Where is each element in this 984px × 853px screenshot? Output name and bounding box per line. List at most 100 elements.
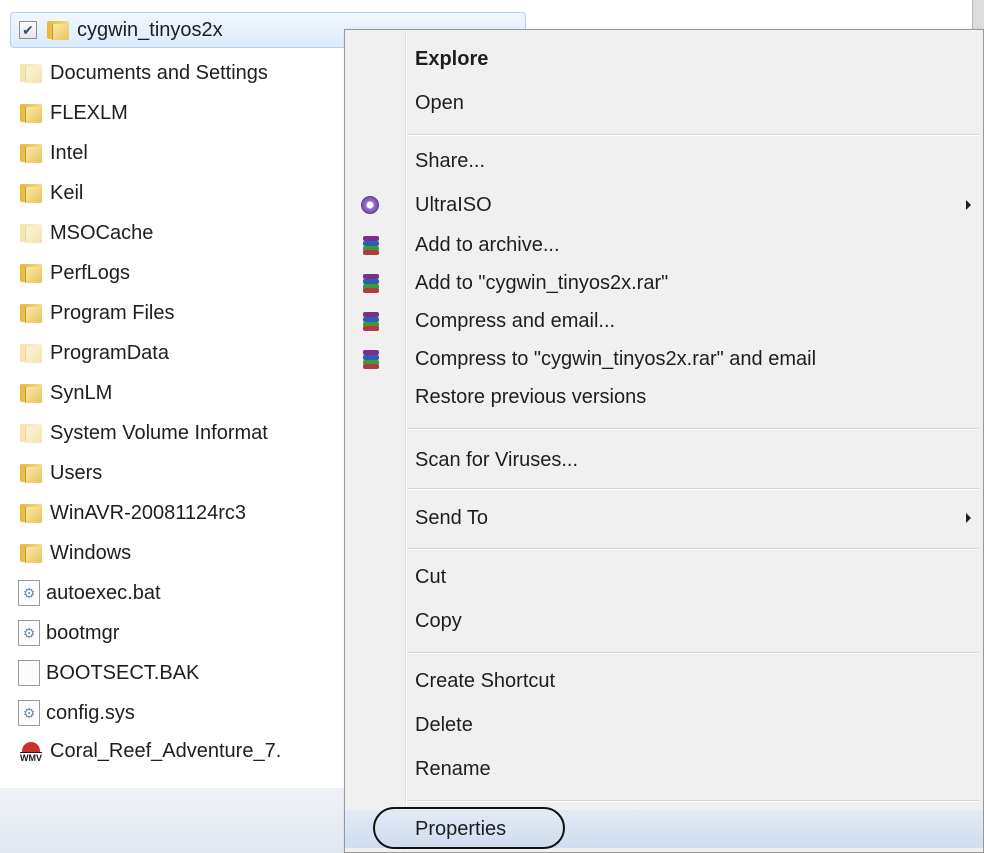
folder-icon (18, 182, 44, 204)
file-item-documents-and-settings[interactable]: Documents and Settings (18, 55, 268, 91)
menu-item-label: Compress and email... (415, 309, 616, 332)
menu-item-restore-previous-versions[interactable]: Restore previous versions (345, 378, 983, 416)
folder-icon (18, 382, 44, 404)
folder-icon (18, 502, 44, 524)
menu-item-label: Delete (415, 713, 473, 736)
menu-item-label: Send To (415, 506, 489, 529)
menu-item-label: Properties (415, 817, 507, 840)
winrar-icon (361, 311, 381, 331)
menu-item-add-to-archive[interactable]: Add to archive... (345, 226, 983, 264)
file-name: FLEXLM (50, 101, 128, 124)
file-name: Program Files (50, 301, 175, 324)
menu-item-rename[interactable]: Rename (345, 750, 983, 788)
file-name: PerfLogs (50, 261, 131, 284)
file-item-msocache[interactable]: MSOCache (18, 215, 153, 251)
menu-item-label: Rename (415, 757, 491, 780)
file-name: Documents and Settings (50, 61, 268, 84)
file-name: config.sys (46, 701, 135, 724)
menu-item-cut[interactable]: Cut (345, 558, 983, 596)
menu-separator (407, 428, 979, 430)
file-item-autoexec-bat[interactable]: ⚙ autoexec.bat (18, 575, 161, 611)
file-name: Windows (50, 541, 132, 564)
folder-icon (18, 262, 44, 284)
menu-item-label: Create Shortcut (415, 669, 556, 692)
menu-separator (407, 488, 979, 490)
file-item-system-volume-information[interactable]: System Volume Informat (18, 415, 268, 451)
menu-item-label: Explore (415, 47, 489, 70)
file-item-config-sys[interactable]: ⚙ config.sys (18, 695, 135, 731)
menu-item-label: Compress to "cygwin_tinyos2x.rar" and em… (415, 347, 817, 370)
menu-item-share[interactable]: Share... (345, 142, 983, 180)
file-name: BOOTSECT.BAK (46, 661, 200, 684)
system-file-icon: ⚙ (18, 700, 40, 726)
menu-item-create-shortcut[interactable]: Create Shortcut (345, 662, 983, 700)
folder-icon (18, 102, 44, 124)
menu-item-label: Restore previous versions (415, 385, 647, 408)
menu-item-delete[interactable]: Delete (345, 706, 983, 744)
file-item-synlm[interactable]: SynLM (18, 375, 112, 411)
media-player-icon: WMV (18, 739, 44, 763)
menu-item-compress-to-rar-and-email[interactable]: Compress to "cygwin_tinyos2x.rar" and em… (345, 340, 983, 378)
menu-item-label: Cut (415, 565, 447, 588)
menu-separator (407, 652, 979, 654)
menu-item-compress-and-email[interactable]: Compress and email... (345, 302, 983, 340)
menu-separator (407, 548, 979, 550)
file-name: autoexec.bat (46, 581, 161, 604)
checkbox-icon[interactable]: ✔ (19, 21, 37, 39)
folder-icon (18, 222, 44, 244)
file-item-keil[interactable]: Keil (18, 175, 83, 211)
file-item-flexlm[interactable]: FLEXLM (18, 95, 128, 131)
file-item-programdata[interactable]: ProgramData (18, 335, 169, 371)
menu-separator (407, 134, 979, 136)
file-name: Intel (50, 141, 88, 164)
menu-item-label: Add to archive... (415, 233, 560, 256)
menu-item-add-to-rar[interactable]: Add to "cygwin_tinyos2x.rar" (345, 264, 983, 302)
menu-item-explore[interactable]: Explore (345, 40, 983, 78)
file-item-coral-reef-adventure[interactable]: WMV Coral_Reef_Adventure_7. (18, 733, 281, 769)
context-menu: Explore Open Share... UltraISO Add to ar… (344, 29, 984, 853)
file-item-perflogs[interactable]: PerfLogs (18, 255, 130, 291)
submenu-arrow-icon (966, 200, 971, 210)
menu-item-label: Scan for Viruses... (415, 448, 579, 471)
menu-item-label: Open (415, 91, 464, 114)
file-item-windows[interactable]: Windows (18, 535, 131, 571)
file-name: cygwin_tinyos2x (77, 18, 223, 41)
cd-icon (361, 196, 379, 214)
menu-item-label: Copy (415, 609, 462, 632)
file-name: System Volume Informat (50, 421, 268, 444)
file-item-users[interactable]: Users (18, 455, 102, 491)
menu-item-copy[interactable]: Copy (345, 602, 983, 640)
system-file-icon: ⚙ (18, 580, 40, 606)
folder-icon (18, 62, 44, 84)
menu-item-label: Add to "cygwin_tinyos2x.rar" (415, 271, 669, 294)
menu-item-scan-for-viruses[interactable]: Scan for Viruses... (345, 441, 983, 479)
file-name: ProgramData (50, 341, 169, 364)
file-name: Users (50, 461, 103, 484)
winrar-icon (361, 235, 381, 255)
file-item-program-files[interactable]: Program Files (18, 295, 174, 331)
folder-icon (18, 302, 44, 324)
menu-item-send-to[interactable]: Send To (345, 499, 983, 537)
winrar-icon (361, 273, 381, 293)
file-name: Keil (50, 181, 84, 204)
menu-item-ultraiso[interactable]: UltraISO (345, 186, 983, 224)
folder-icon (18, 542, 44, 564)
menu-item-label: UltraISO (415, 193, 492, 216)
system-file-icon: ⚙ (18, 620, 40, 646)
file-item-bootsect-bak[interactable]: BOOTSECT.BAK (18, 655, 199, 691)
file-name: bootmgr (46, 621, 120, 644)
file-name: SynLM (50, 381, 113, 404)
winrar-icon (361, 349, 381, 369)
file-icon (18, 660, 40, 686)
menu-item-label: Share... (415, 149, 486, 172)
file-item-intel[interactable]: Intel (18, 135, 88, 171)
menu-separator (407, 800, 979, 802)
menu-item-properties[interactable]: Properties (345, 807, 983, 849)
folder-icon (18, 342, 44, 364)
file-item-winavr[interactable]: WinAVR-20081124rc3 (18, 495, 246, 531)
file-name: MSOCache (50, 221, 154, 244)
folder-icon (45, 19, 71, 41)
file-item-bootmgr[interactable]: ⚙ bootmgr (18, 615, 119, 651)
menu-item-open[interactable]: Open (345, 84, 983, 122)
folder-icon (18, 422, 44, 444)
